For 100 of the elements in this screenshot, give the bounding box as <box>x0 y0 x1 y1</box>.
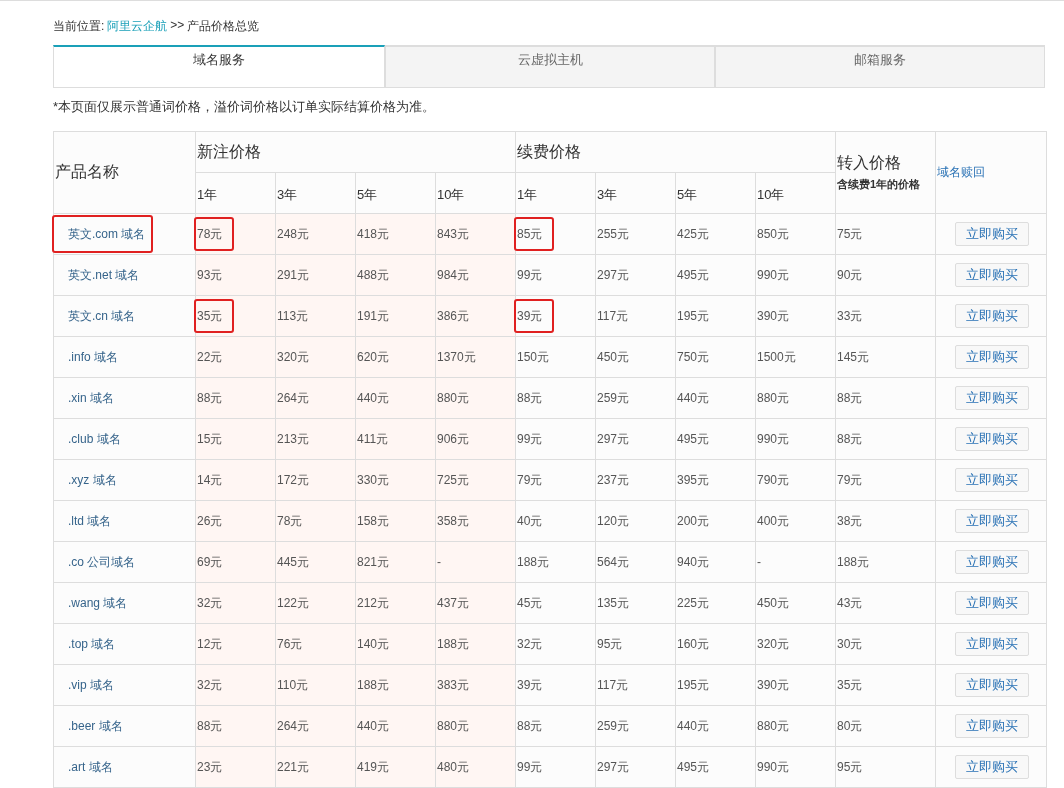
price: 990元 <box>757 759 790 774</box>
buy-button[interactable]: 立即购买 <box>954 304 1029 328</box>
price: 172元 <box>277 472 310 487</box>
price: 88元 <box>197 718 223 733</box>
price: 113元 <box>277 308 309 323</box>
price: 78元 <box>197 226 223 241</box>
price: 140元 <box>357 636 390 651</box>
price: 437元 <box>437 595 470 610</box>
buy-button[interactable]: 立即购买 <box>954 386 1029 410</box>
price: 880元 <box>437 718 470 733</box>
price: 78元 <box>277 513 303 528</box>
product-name: .club 域名 <box>68 431 121 446</box>
price: 99元 <box>517 759 543 774</box>
price: 880元 <box>437 390 470 405</box>
price: 330元 <box>357 472 390 487</box>
price: 191元 <box>357 308 390 323</box>
column-subheader: 含续费1年的价格 <box>837 177 922 192</box>
product-name: 英文.net 域名 <box>68 267 140 282</box>
price: 99元 <box>517 267 543 282</box>
transfer-price: 95元 <box>837 759 863 774</box>
product-name: .ltd 域名 <box>68 513 112 528</box>
product-name: .beer 域名 <box>68 718 123 733</box>
price: 69元 <box>197 554 223 569</box>
buy-button[interactable]: 立即购买 <box>954 591 1029 615</box>
buy-button[interactable]: 立即购买 <box>954 632 1029 656</box>
price: 450元 <box>597 349 630 364</box>
price: 320元 <box>757 636 790 651</box>
product-name: .xin 域名 <box>68 390 114 405</box>
tab[interactable]: 域名服务 <box>53 45 385 88</box>
price: 45元 <box>517 595 543 610</box>
price: 212元 <box>357 595 390 610</box>
price: 440元 <box>677 390 710 405</box>
price: 440元 <box>357 718 390 733</box>
price: 990元 <box>757 431 790 446</box>
price: 39元 <box>517 308 543 323</box>
price: 23元 <box>197 759 223 774</box>
transfer-price: 90元 <box>837 267 863 282</box>
buy-button[interactable]: 立即购买 <box>954 550 1029 574</box>
price: 110元 <box>277 677 309 692</box>
price: 880元 <box>757 390 790 405</box>
price: 76元 <box>277 636 303 651</box>
year-header: 3年 <box>277 187 298 202</box>
price: 95元 <box>597 636 623 651</box>
transfer-price: 33元 <box>837 308 863 323</box>
price: 259元 <box>597 718 630 733</box>
price: - <box>757 555 761 569</box>
breadcrumb-link[interactable]: 阿里云企航 <box>107 18 168 34</box>
transfer-price: 79元 <box>837 472 863 487</box>
price: 237元 <box>597 472 630 487</box>
product-name: .wang 域名 <box>68 595 128 610</box>
transfer-price: 188元 <box>837 554 870 569</box>
price: 40元 <box>517 513 543 528</box>
price: 122元 <box>277 595 310 610</box>
price: 440元 <box>677 718 710 733</box>
price: 320元 <box>277 349 310 364</box>
price: 564元 <box>597 554 630 569</box>
price: 135元 <box>597 595 630 610</box>
year-header: 1年 <box>197 187 218 202</box>
price: 88元 <box>197 390 223 405</box>
price: 188元 <box>357 677 390 692</box>
product-name: .art 域名 <box>68 759 113 774</box>
buy-button[interactable]: 立即购买 <box>954 714 1029 738</box>
price: 15元 <box>197 431 223 446</box>
price: 440元 <box>357 390 390 405</box>
buy-button[interactable]: 立即购买 <box>954 509 1029 533</box>
column-header: 新注价格 <box>197 142 261 160</box>
column-header: 转入价格 <box>837 153 902 173</box>
price: 88元 <box>517 390 543 405</box>
price: 99元 <box>517 431 543 446</box>
price: 93元 <box>197 267 223 282</box>
price: 259元 <box>597 390 630 405</box>
price: 725元 <box>437 472 470 487</box>
buy-button[interactable]: 立即购买 <box>954 755 1029 779</box>
price: 1370元 <box>437 349 476 364</box>
transfer-price: 38元 <box>837 513 863 528</box>
buy-button[interactable]: 立即购买 <box>954 263 1029 287</box>
price: 88元 <box>517 718 543 733</box>
tab[interactable]: 邮箱服务 <box>715 45 1045 88</box>
buy-button[interactable]: 立即购买 <box>954 427 1029 451</box>
price: 85元 <box>517 226 543 241</box>
price: 495元 <box>677 431 710 446</box>
price-note: *本页面仅展示普通词价格，溢价词价格以订单实际结算价格为准。 <box>53 98 437 116</box>
price: 213元 <box>277 431 310 446</box>
buy-button[interactable]: 立即购买 <box>954 222 1029 246</box>
product-name: .vip 域名 <box>68 677 114 692</box>
price: 26元 <box>197 513 223 528</box>
buy-button[interactable]: 立即购买 <box>954 345 1029 369</box>
buy-button[interactable]: 立即购买 <box>954 468 1029 492</box>
price: 411元 <box>357 431 389 446</box>
price: 160元 <box>677 636 710 651</box>
redeem-link[interactable]: 域名赎回 <box>937 165 985 179</box>
tab[interactable]: 云虚拟主机 <box>385 45 715 88</box>
year-header: 5年 <box>357 187 378 202</box>
price: 195元 <box>677 308 710 323</box>
price: 419元 <box>357 759 390 774</box>
transfer-price: 145元 <box>837 349 870 364</box>
price: 395元 <box>677 472 710 487</box>
price: 880元 <box>757 718 790 733</box>
buy-button[interactable]: 立即购买 <box>954 673 1029 697</box>
price: 32元 <box>517 636 543 651</box>
